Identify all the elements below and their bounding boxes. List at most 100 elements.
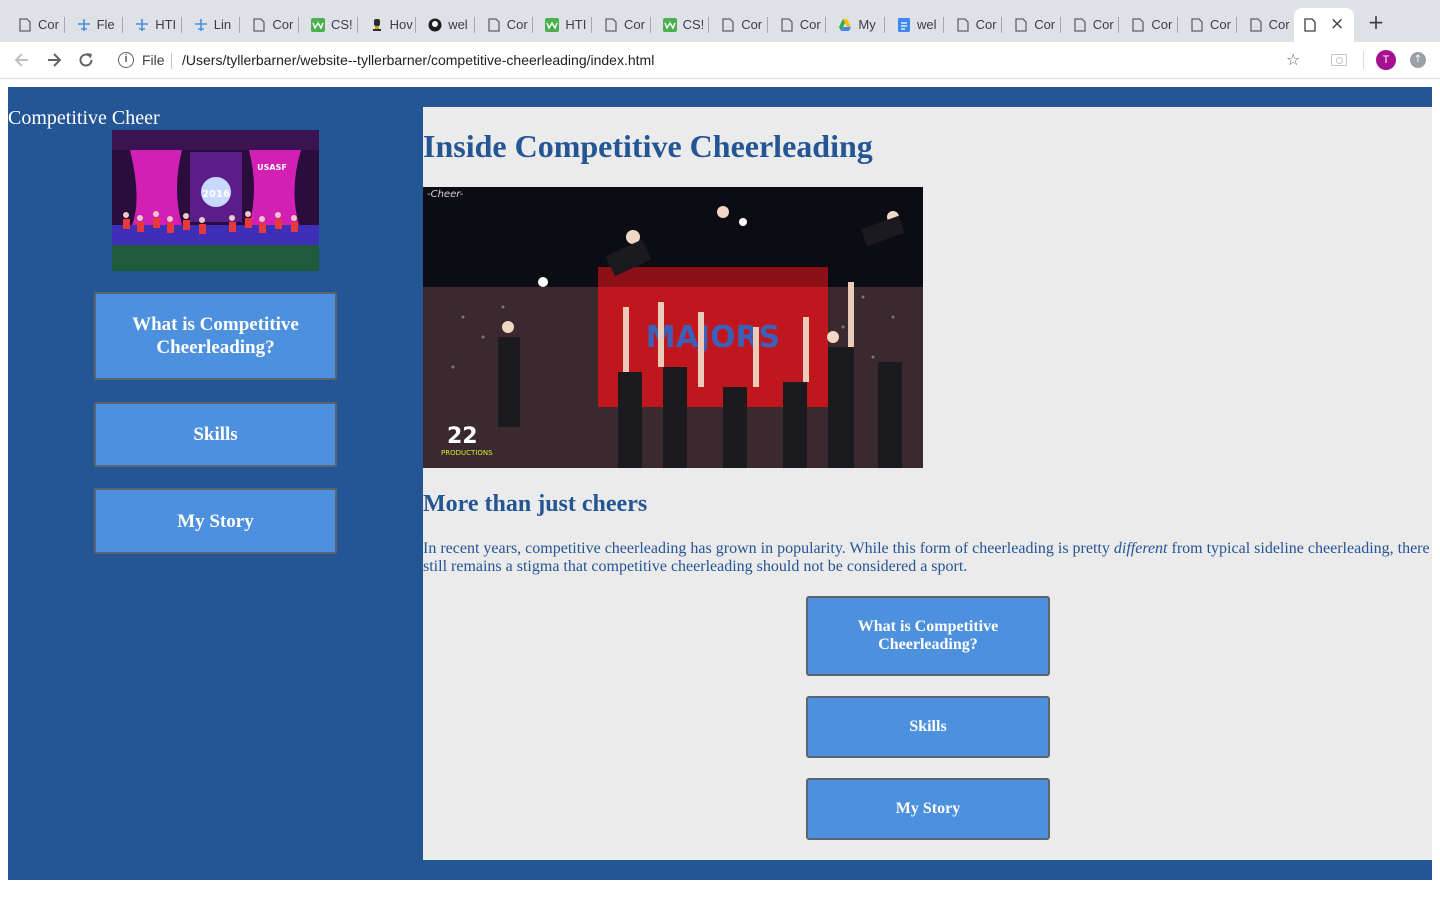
browser-tab[interactable]: CS!	[301, 9, 358, 40]
new-tab-button[interactable]: +	[1366, 12, 1386, 32]
back-arrow-icon[interactable]	[12, 51, 32, 71]
button-label: Skills	[193, 424, 238, 445]
tab-separator	[356, 17, 358, 33]
browser-tab[interactable]: wel	[887, 9, 944, 40]
document-icon	[1131, 17, 1145, 32]
browser-tab[interactable]: Cor	[1063, 9, 1120, 40]
browser-tab[interactable]: My	[828, 9, 885, 40]
browser-tab[interactable]: HTI	[535, 9, 592, 40]
tab-active[interactable]: ×	[1294, 8, 1354, 42]
tab-title: wel	[917, 17, 937, 32]
browser-tab[interactable]: Cor	[242, 9, 299, 40]
browser-tab[interactable]: Fle	[67, 9, 124, 40]
tab-separator	[1001, 17, 1003, 33]
tab-separator	[1118, 17, 1120, 33]
github-icon	[428, 18, 442, 32]
tab-separator	[63, 17, 65, 33]
main-content: Inside Competitive Cheerleading MAJORS -…	[423, 107, 1432, 860]
browser-tab[interactable]: Cor	[1121, 9, 1178, 40]
browser-tab[interactable]: wel	[418, 9, 475, 40]
tab-separator	[708, 17, 710, 33]
hero-banner-text: MAJORS	[646, 320, 780, 355]
browser-tab[interactable]: Cor	[711, 9, 768, 40]
sidebar-skills-button[interactable]: Skills	[94, 402, 337, 467]
browser-tab[interactable]: Cor	[770, 9, 827, 40]
tab-title: Cor	[975, 17, 997, 32]
close-tab-icon[interactable]: ×	[1330, 14, 1344, 34]
tab-title: Hov	[389, 17, 413, 32]
browser-tab[interactable]: Cor	[1239, 9, 1296, 40]
main-what-is-button[interactable]: What is Competitive Cheerleading?	[806, 596, 1050, 676]
reload-icon[interactable]	[76, 51, 96, 71]
browser-tab[interactable]: Lin	[184, 9, 241, 40]
tab-title: HTI	[155, 17, 177, 32]
site-title: Competitive Cheer	[8, 107, 160, 129]
browser-tab-strip: Cor Fle HTI Lin Cor CS! Hov wel Cor HTI Cor CS! Cor C…	[0, 0, 1440, 42]
document-icon	[1073, 17, 1087, 32]
browser-tab[interactable]: Cor	[1004, 9, 1061, 40]
tab-separator	[883, 17, 885, 33]
tab-separator	[415, 17, 417, 33]
divider	[171, 53, 172, 69]
tab-separator	[239, 17, 241, 33]
browser-tab[interactable]: Cor	[1180, 9, 1237, 40]
plane-icon	[77, 18, 91, 32]
profile-avatar[interactable]: T	[1376, 50, 1396, 70]
intro-text-start: In recent years, competitive cheerleadin…	[423, 540, 1114, 557]
info-icon[interactable]: i	[118, 52, 134, 68]
browser-tab[interactable]: CS!	[653, 9, 710, 40]
tab-separator	[590, 17, 592, 33]
button-label: My Story	[177, 510, 254, 532]
tab-title: Fle	[96, 17, 115, 32]
button-label: What is Competitive Cheerleading?	[132, 314, 299, 358]
main-skills-button[interactable]: Skills	[806, 696, 1050, 758]
camera-icon[interactable]	[1331, 54, 1347, 66]
sidebar-my-story-button[interactable]: My Story	[94, 488, 337, 554]
url-text[interactable]: /Users/tyllerbarner/website--tyllerbarne…	[182, 52, 654, 68]
tab-separator	[1059, 17, 1061, 33]
tab-separator	[473, 17, 475, 33]
tab-separator	[1176, 17, 1178, 33]
divider	[1363, 51, 1364, 69]
browser-tab[interactable]: HTI	[125, 9, 182, 40]
drive-icon	[838, 18, 852, 32]
button-label: My Story	[895, 800, 961, 817]
main-my-story-button[interactable]: My Story	[806, 778, 1050, 840]
sidebar-what-is-button[interactable]: What is Competitive Cheerleading?	[94, 292, 337, 380]
docs-icon	[897, 17, 911, 32]
browser-toolbar: i File /Users/tyllerbarner/website--tyll…	[0, 42, 1440, 79]
browser-tab[interactable]: Hov	[360, 9, 417, 40]
tab-title: HTI	[565, 17, 587, 32]
browser-tab[interactable]: Cor	[8, 9, 65, 40]
tab-separator	[180, 17, 182, 33]
intro-paragraph: In recent years, competitive cheerleadin…	[423, 540, 1432, 576]
browser-tab[interactable]: Cor	[946, 9, 1003, 40]
extension-update-icon[interactable]: ↑	[1410, 52, 1426, 68]
bookmark-star-icon[interactable]: ☆	[1286, 50, 1300, 69]
browser-tab[interactable]: Cor	[477, 9, 534, 40]
plane-icon	[194, 18, 208, 32]
sidebar: Competitive Cheer 2016 USASF What is Com…	[8, 87, 423, 880]
forward-arrow-icon[interactable]	[44, 51, 64, 71]
tab-title: Cor	[624, 17, 645, 32]
tab-title: Cor	[1268, 17, 1290, 32]
document-icon	[721, 17, 735, 32]
w3-icon	[662, 17, 677, 32]
hero-logo-text: PRODUCTIONS	[441, 449, 493, 457]
tab-separator	[766, 17, 768, 33]
tab-title: Cor	[38, 17, 59, 32]
tab-title: CS!	[682, 17, 705, 32]
document-icon	[780, 17, 794, 32]
tab-separator	[825, 17, 827, 33]
tab-separator	[532, 17, 534, 33]
button-label: What is Competitive Cheerleading?	[857, 618, 999, 653]
browser-tab[interactable]: Cor	[594, 9, 651, 40]
document-icon	[252, 17, 266, 32]
tab-separator	[122, 17, 124, 33]
address-bar[interactable]: i File /Users/tyllerbarner/website--tyll…	[108, 46, 1320, 75]
hero-stunt-image: MAJORS -Cheer- 22 PRODUCTIONS	[423, 187, 923, 468]
w3-icon	[311, 17, 325, 32]
tab-separator	[649, 17, 651, 33]
tab-title: Cor	[1210, 17, 1231, 32]
document-icon	[487, 17, 501, 32]
